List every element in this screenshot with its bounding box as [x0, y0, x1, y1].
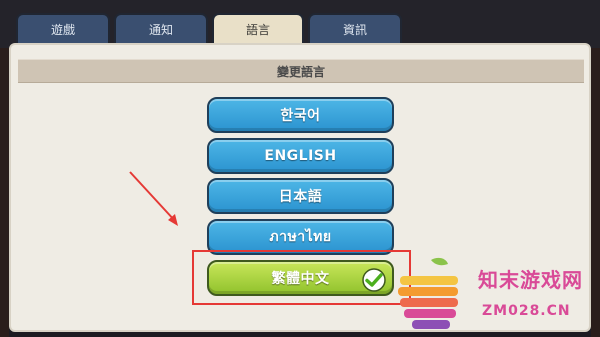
language-button-english[interactable]: ENGLISH [207, 138, 394, 174]
language-button-japanese[interactable]: 日本語 [207, 178, 394, 214]
language-label: ภาษาไทย [269, 229, 332, 245]
tab-info[interactable]: 資訊 [308, 13, 402, 44]
watermark-domain: ZM028.CN [482, 303, 571, 319]
panel-title: 變更語言 [276, 64, 325, 79]
background-edge-right [591, 48, 600, 337]
arrow-icon [129, 171, 178, 226]
background-edge-left [0, 48, 9, 337]
language-label: 日本語 [278, 189, 323, 205]
watermark-name: 知末游戏网 [478, 268, 583, 292]
panel-header: 變更語言 [18, 59, 584, 83]
language-label: 한국어 [280, 108, 321, 124]
tab-language[interactable]: 語言 [212, 13, 304, 44]
language-button-korean[interactable]: 한국어 [207, 97, 394, 133]
apple-logo-icon [398, 257, 458, 329]
highlight-box [192, 250, 411, 305]
language-label: ENGLISH [264, 148, 337, 164]
tab-label: 遊戲 [50, 23, 75, 37]
tab-bar: 遊戲 通知 語言 資訊 [0, 0, 600, 48]
tab-notice[interactable]: 通知 [114, 13, 208, 44]
tab-game[interactable]: 遊戲 [16, 13, 110, 44]
tab-label: 語言 [245, 23, 270, 37]
tab-label: 資訊 [342, 23, 367, 37]
tab-label: 通知 [148, 23, 173, 37]
